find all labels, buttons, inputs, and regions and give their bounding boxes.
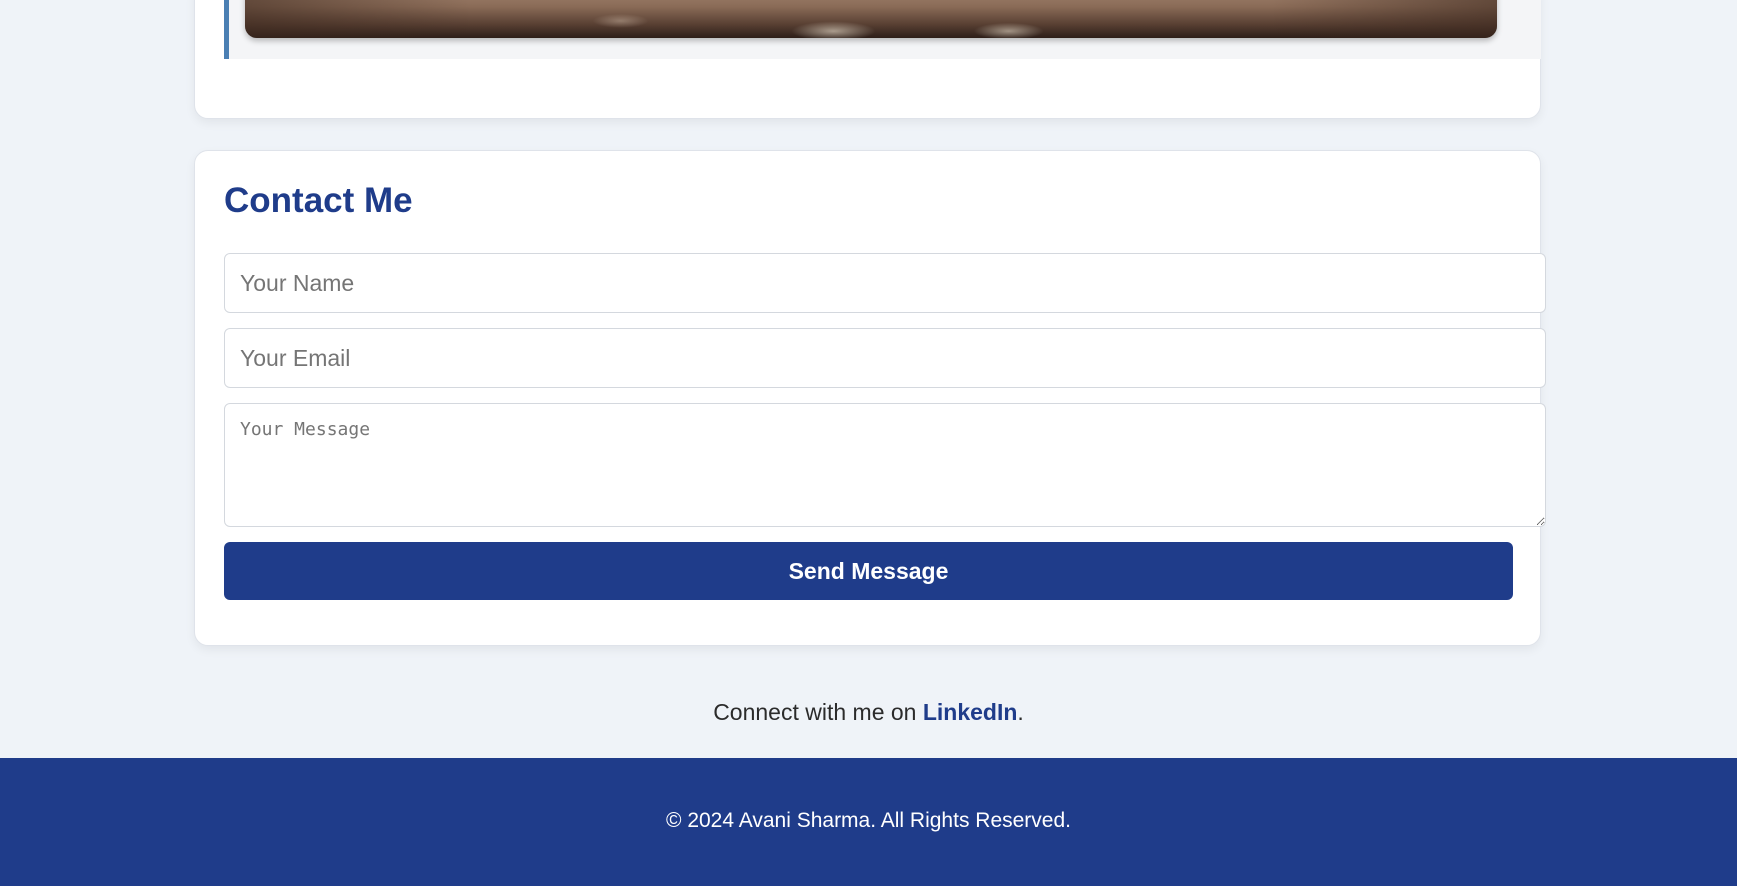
name-input[interactable] <box>224 253 1546 313</box>
contact-title: Contact Me <box>224 181 413 220</box>
message-textarea[interactable] <box>224 403 1546 527</box>
connect-prefix: Connect with me on <box>713 699 923 725</box>
quote-block <box>224 0 1541 59</box>
linkedin-link[interactable]: LinkedIn <box>923 699 1018 725</box>
copyright-text: © 2024 Avani Sharma. All Rights Reserved… <box>666 809 1071 832</box>
site-footer: © 2024 Avani Sharma. All Rights Reserved… <box>0 758 1737 886</box>
send-message-button[interactable]: Send Message <box>224 542 1513 600</box>
email-input[interactable] <box>224 328 1546 388</box>
contact-card: Contact Me Send Message <box>194 150 1546 646</box>
previous-section-card <box>194 0 1541 119</box>
social-connect-text: Connect with me on LinkedIn. <box>0 699 1737 726</box>
connect-suffix: . <box>1017 699 1024 725</box>
featured-photo <box>245 0 1497 38</box>
